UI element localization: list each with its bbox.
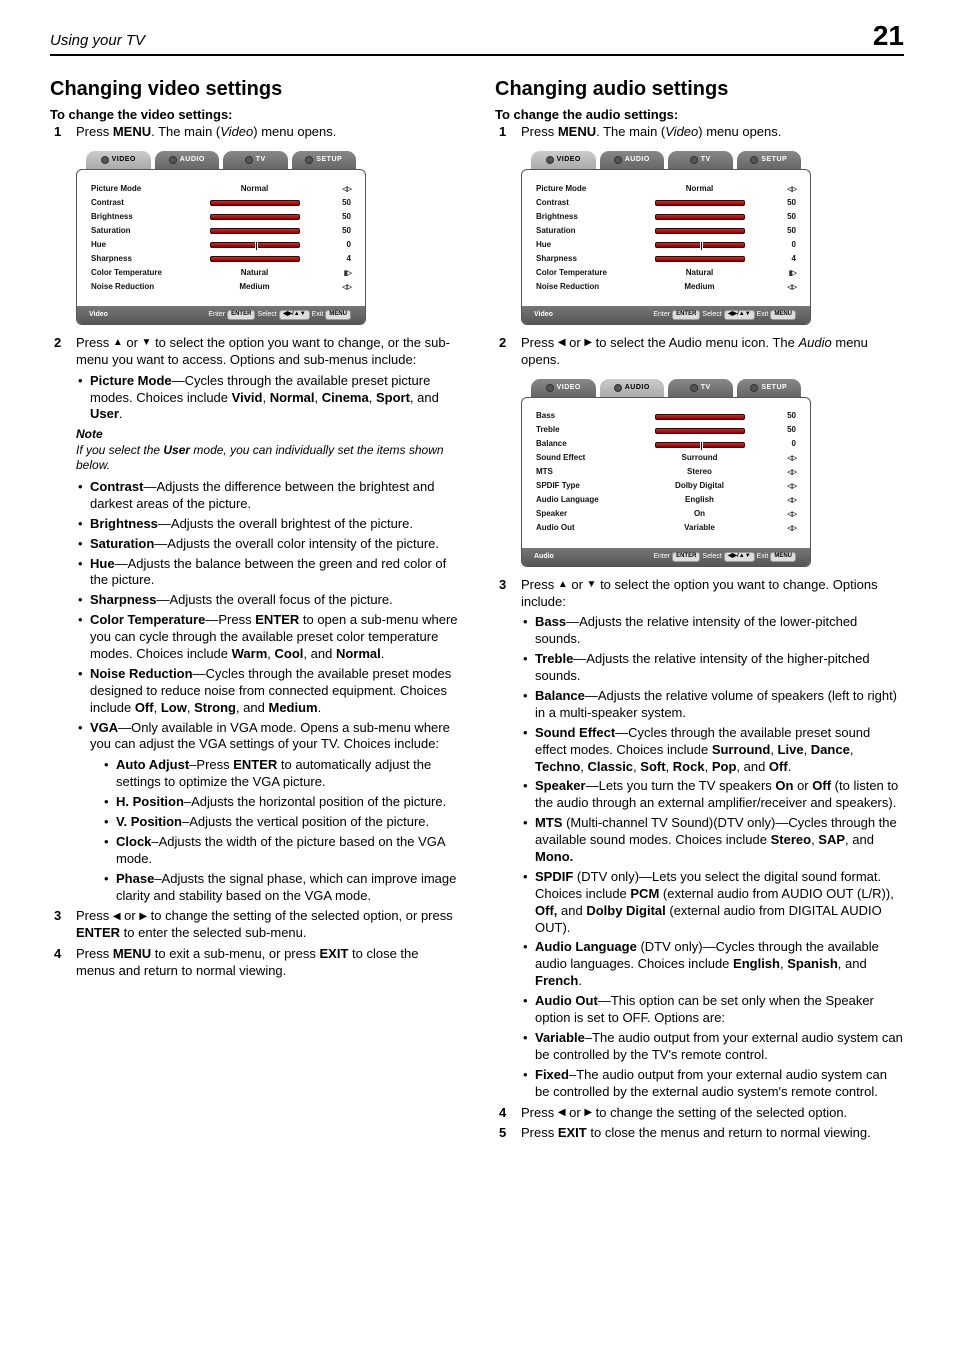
osd-row-audio-out: Audio OutVariable <box>536 522 796 536</box>
osd-tab-audio: AUDIO <box>600 379 665 397</box>
bullet-picture-mode: Picture Mode—Cycles through the availabl… <box>90 373 459 424</box>
bullet-v-position: V. Position–Adjusts the vertical positio… <box>116 814 459 831</box>
osd-row-sharpness: Sharpness4 <box>91 252 351 266</box>
audio-step-4: Press or to change the setting of the se… <box>521 1105 904 1122</box>
left-arrow-icon <box>558 1108 566 1118</box>
right-arrow-icon <box>584 338 592 348</box>
up-arrow-icon <box>113 338 123 348</box>
osd-row-balance: Balance0 <box>536 438 796 452</box>
osd-row-noise-reduction: Noise ReductionMedium <box>91 280 351 294</box>
video-step-4: Press MENU to exit a sub-menu, or press … <box>76 946 459 980</box>
osd-tab-setup: SETUP <box>292 151 357 169</box>
osd-row-hue: Hue0 <box>91 238 351 252</box>
bullet-spdif: SPDIF (DTV only)—Lets you select the dig… <box>535 869 904 937</box>
bullet-balance: Balance—Adjusts the relative volume of s… <box>535 688 904 722</box>
bullet-h-position: H. Position–Adjusts the horizontal posit… <box>116 794 459 811</box>
osd-tab-video: VIDEO <box>531 379 596 397</box>
bullet-treble: Treble—Adjusts the relative intensity of… <box>535 651 904 685</box>
osd-row-contrast: Contrast50 <box>91 196 351 210</box>
osd-row-bass: Bass50 <box>536 410 796 424</box>
down-arrow-icon <box>587 580 597 590</box>
bullet-auto-adjust: Auto Adjust–Press ENTER to automatically… <box>116 757 459 791</box>
osd-row-speaker: SpeakerOn <box>536 508 796 522</box>
osd-row-spdif-type: SPDIF TypeDolby Digital <box>536 480 796 494</box>
bullet-vga: VGA—Only available in VGA mode. Opens a … <box>90 720 459 905</box>
bullet-variable: Variable–The audio output from your exte… <box>535 1030 904 1064</box>
audio-step-2: Press or to select the Audio menu icon. … <box>521 335 904 567</box>
note-body: If you select the User mode, you can ind… <box>76 443 459 473</box>
osd-tab-audio: AUDIO <box>600 151 665 169</box>
osd-row-saturation: Saturation50 <box>91 224 351 238</box>
video-step-3: Press or to change the setting of the se… <box>76 908 459 942</box>
column-left: Changing video settings To change the vi… <box>50 78 459 1146</box>
osd-row-saturation: Saturation50 <box>536 224 796 238</box>
bullet-hue: Hue—Adjusts the balance between the gree… <box>90 556 459 590</box>
right-arrow-icon <box>584 1108 592 1118</box>
osd-video-menu-2: VIDEOAUDIOTVSETUP Picture ModeNormalContr… <box>521 151 811 325</box>
osd-row-noise-reduction: Noise ReductionMedium <box>536 280 796 294</box>
osd-row-brightness: Brightness50 <box>91 210 351 224</box>
bullet-noise-reduction: Noise Reduction—Cycles through the avail… <box>90 666 459 717</box>
bullet-phase: Phase–Adjusts the signal phase, which ca… <box>116 871 459 905</box>
page-number: 21 <box>873 20 904 52</box>
osd-row-contrast: Contrast50 <box>536 196 796 210</box>
osd-tab-tv: TV <box>668 379 733 397</box>
video-step-1: Press MENU. The main (Video) menu opens.… <box>76 124 459 325</box>
osd-tab-video: VIDEO <box>531 151 596 169</box>
bullet-sharpness: Sharpness—Adjusts the overall focus of t… <box>90 592 459 609</box>
osd-row-hue: Hue0 <box>536 238 796 252</box>
osd-audio-menu: VIDEOAUDIOTVSETUPBass50Treble50Balance0S… <box>521 379 811 567</box>
bullet-audio-language: Audio Language (DTV only)—Cycles through… <box>535 939 904 990</box>
osd-row-mts: MTSStereo <box>536 466 796 480</box>
osd-tab-audio: AUDIO <box>155 151 220 169</box>
bullet-mts: MTS (Multi-channel TV Sound)(DTV only)—C… <box>535 815 904 866</box>
osd-tab-video: VIDEO <box>86 151 151 169</box>
osd-tab-setup: SETUP <box>737 379 802 397</box>
osd-video-menu: VIDEOAUDIOTVSETUP Picture ModeNormalContr… <box>76 151 366 325</box>
osd-row-sound-effect: Sound EffectSurround <box>536 452 796 466</box>
column-right: Changing audio settings To change the au… <box>495 78 904 1146</box>
osd-row-color-temperature: Color TemperatureNatural <box>536 266 796 280</box>
bullet-audio-out: Audio Out—This option can be set only wh… <box>535 993 904 1027</box>
heading-video-settings: Changing video settings <box>50 78 459 101</box>
up-arrow-icon <box>558 580 568 590</box>
chapter-title: Using your TV <box>50 32 145 49</box>
subhead-video: To change the video settings: <box>50 107 459 122</box>
down-arrow-icon <box>142 338 152 348</box>
osd-row-color-temperature: Color TemperatureNatural <box>91 266 351 280</box>
page-header: Using your TV 21 <box>50 20 904 56</box>
bullet-fixed: Fixed–The audio output from your externa… <box>535 1067 904 1101</box>
audio-step-5: Press EXIT to close the menus and return… <box>521 1125 904 1142</box>
osd-tab-tv: TV <box>223 151 288 169</box>
bullet-brightness: Brightness—Adjusts the overall brightest… <box>90 516 459 533</box>
osd-tab-setup: SETUP <box>737 151 802 169</box>
bullet-clock: Clock–Adjusts the width of the picture b… <box>116 834 459 868</box>
video-step-2: Press or to select the option you want t… <box>76 335 459 905</box>
bullet-speaker: Speaker—Lets you turn the TV speakers On… <box>535 778 904 812</box>
osd-row-picture-mode: Picture ModeNormal <box>91 182 351 196</box>
left-arrow-icon <box>113 912 121 922</box>
osd-row-picture-mode: Picture ModeNormal <box>536 182 796 196</box>
left-arrow-icon <box>558 338 566 348</box>
heading-audio-settings: Changing audio settings <box>495 78 904 101</box>
note-heading: Note <box>76 427 459 443</box>
right-arrow-icon <box>139 912 147 922</box>
osd-row-sharpness: Sharpness4 <box>536 252 796 266</box>
subhead-audio: To change the audio settings: <box>495 107 904 122</box>
bullet-contrast: Contrast—Adjusts the difference between … <box>90 479 459 513</box>
bullet-sound-effect: Sound Effect—Cycles through the availabl… <box>535 725 904 776</box>
osd-row-brightness: Brightness50 <box>536 210 796 224</box>
osd-row-audio-language: Audio LanguageEnglish <box>536 494 796 508</box>
bullet-saturation: Saturation—Adjusts the overall color int… <box>90 536 459 553</box>
bullet-color-temperature: Color Temperature—Press ENTER to open a … <box>90 612 459 663</box>
audio-step-3: Press or to select the option you want t… <box>521 577 904 1101</box>
osd-tab-tv: TV <box>668 151 733 169</box>
osd-row-treble: Treble50 <box>536 424 796 438</box>
audio-step-1: Press MENU. The main (Video) menu opens.… <box>521 124 904 325</box>
bullet-bass: Bass—Adjusts the relative intensity of t… <box>535 614 904 648</box>
